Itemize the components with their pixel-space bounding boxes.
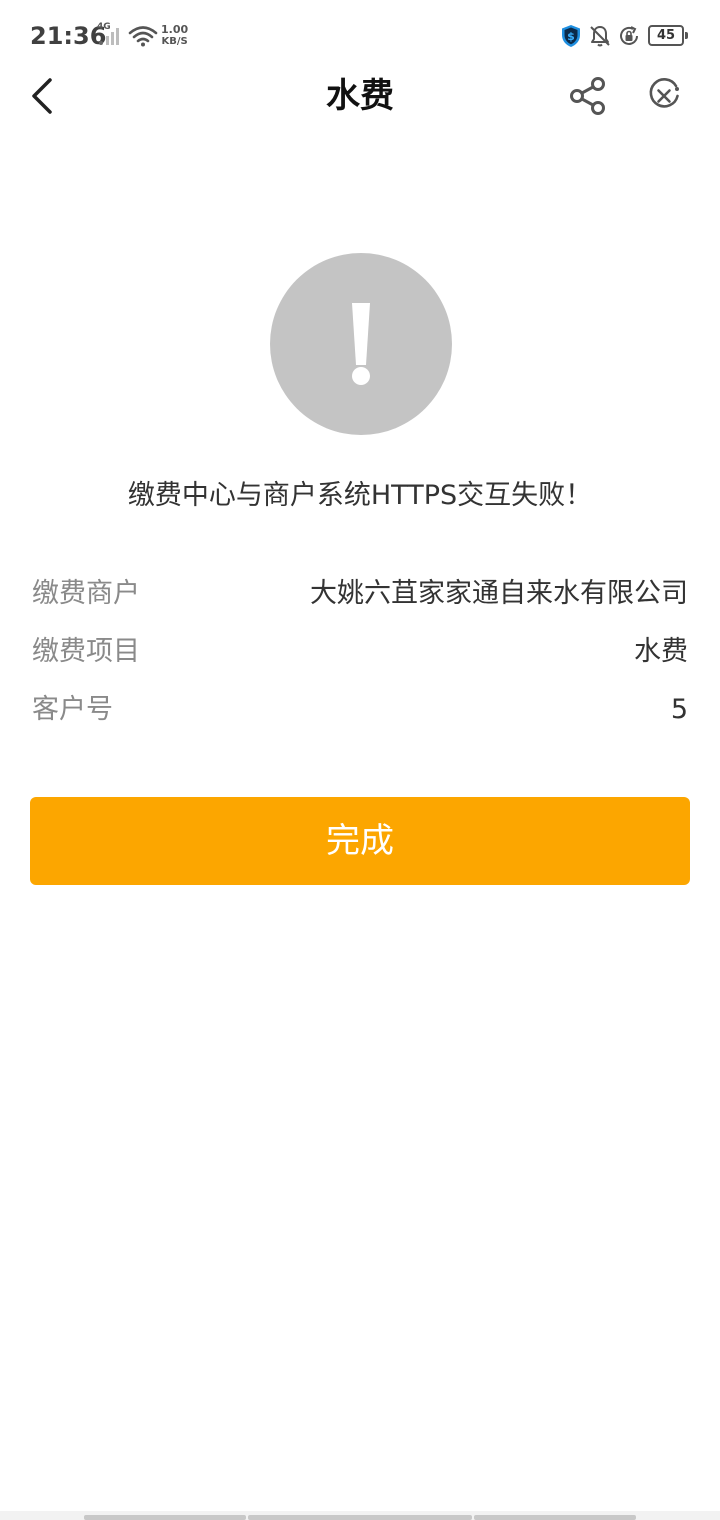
item-value: 水费 [634, 636, 688, 667]
warning-circle [270, 253, 452, 435]
signal-icon: 4G [97, 22, 125, 48]
svg-text:$: $ [567, 30, 575, 43]
battery-tip [685, 32, 688, 39]
bottom-segment [84, 1515, 246, 1520]
network-speed: 1.00 KB/S [161, 24, 188, 48]
lock-rotation-icon [617, 24, 641, 48]
merchant-value: 大姚六苴家家通自来水有限公司 [310, 578, 688, 609]
customer-value: 5 [670, 694, 688, 725]
bottom-segment [474, 1515, 636, 1520]
share-button[interactable] [566, 74, 610, 118]
nav-bar: 水费 [0, 60, 720, 132]
close-button[interactable] [642, 74, 686, 118]
exclamation-icon [352, 303, 370, 385]
status-time: 21:36 [30, 22, 107, 50]
back-button[interactable] [24, 74, 64, 118]
speed-unit: KB/S [161, 36, 188, 47]
bottom-segment [248, 1515, 472, 1520]
info-row-customer: 客户号 5 [32, 688, 688, 732]
battery-level: 45 [656, 28, 676, 43]
info-row-merchant: 缴费商户 大姚六苴家家通自来水有限公司 [32, 572, 688, 616]
bottom-strip [0, 1511, 720, 1520]
customer-label: 客户号 [32, 694, 113, 725]
close-circle-icon [649, 78, 679, 108]
page-title: 水费 [326, 76, 394, 116]
wifi-icon [128, 25, 158, 47]
merchant-label: 缴费商户 [32, 578, 140, 609]
payment-result-screen: 21:36 4G 1.00 KB/S $ 45 水费 缴费中心与商户系统HTTP… [0, 0, 720, 1520]
back-chevron-icon [32, 78, 52, 114]
bell-off-icon [588, 24, 612, 48]
battery-icon: 45 [648, 25, 684, 46]
result-message: 缴费中心与商户系统HTTPS交互失败！ [127, 480, 593, 511]
info-row-item: 缴费项目 水费 [32, 630, 688, 674]
speed-value: 1.00 [161, 23, 189, 36]
item-label: 缴费项目 [32, 636, 140, 667]
share-icon [570, 77, 605, 115]
shield-dollar-icon: $ [559, 24, 583, 48]
done-button[interactable]: 完成 [30, 797, 690, 885]
